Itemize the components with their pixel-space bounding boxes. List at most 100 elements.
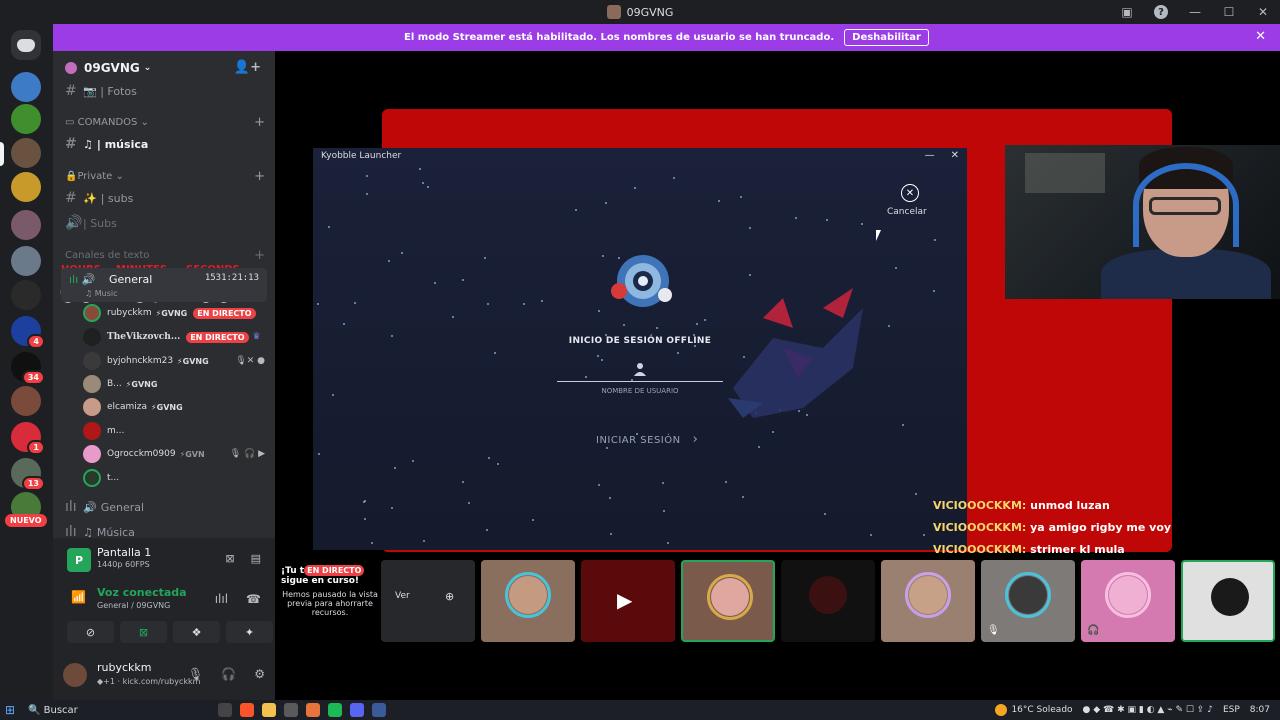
maximize-button[interactable]: ☐ <box>1212 0 1246 24</box>
login-button[interactable]: INICIAR SESIÓN › <box>596 432 698 447</box>
chat-message: VICIOOOCKKM: ya amigo rigby me voy <box>933 521 1273 543</box>
app-icon[interactable] <box>306 703 320 717</box>
taskbar-search[interactable]: 🔍 Buscar <box>28 702 188 718</box>
participant-tile[interactable] <box>881 560 975 642</box>
channel-subs-voice[interactable]: 🔊 | Subs <box>61 212 267 234</box>
streamer-mode-banner: El modo Streamer está habilitado. Los no… <box>53 24 1280 51</box>
server-icon-5[interactable] <box>11 210 41 240</box>
soundboard-button[interactable]: ✦ <box>226 621 273 643</box>
server-icon-7[interactable] <box>11 280 41 310</box>
participant-tile[interactable]: 🎧 <box>1081 560 1175 642</box>
voice-user-name: B... <box>107 379 122 389</box>
language-indicator[interactable]: ESP <box>1223 705 1240 715</box>
windows-start-icon[interactable]: ⊞ <box>0 700 20 720</box>
voice-user[interactable]: t... <box>83 467 273 489</box>
settings-gear-icon[interactable]: ⚙ <box>254 667 265 681</box>
server-icon <box>606 5 621 19</box>
activities-button[interactable]: ❖ <box>173 621 220 643</box>
close-banner-icon[interactable]: ✕ <box>1255 29 1266 44</box>
microphone-icon[interactable]: 🎙 <box>188 667 203 681</box>
chat-text: strimer kl mula <box>1030 543 1125 556</box>
inbox-icon[interactable]: ▣ <box>1110 0 1144 24</box>
share-screen-button[interactable]: ⊠ <box>120 621 167 643</box>
launcher-minimize-button[interactable]: — <box>925 150 935 161</box>
add-channel-icon[interactable]: + <box>254 115 265 130</box>
stream-settings-icon[interactable]: ▤ <box>251 552 261 565</box>
server-icon-10[interactable] <box>11 386 41 416</box>
discord-home-icon[interactable] <box>11 30 41 60</box>
voice-user[interactable]: Ogrocckm0909 ⚡GVN 🎙 🎧 ▶ <box>83 443 273 465</box>
help-icon[interactable]: ? <box>1144 0 1178 24</box>
server-icon-12[interactable]: 13 <box>11 458 45 491</box>
participant-tile[interactable]: 🎙 <box>981 560 1075 642</box>
voice-user[interactable]: m... <box>83 420 273 442</box>
star <box>371 542 373 544</box>
participant-tile-self-stream[interactable]: Ver ⊕ <box>381 560 475 642</box>
voice-user[interactable]: elcamiza ⚡GVNG <box>83 396 273 418</box>
channel-subs[interactable]: # ✨ | subs <box>61 187 267 209</box>
screen-share-icon: P <box>67 548 91 572</box>
voice-channel-general[interactable]: ılı 🔊 General 1531:21:13 ♫ Music <box>61 268 267 302</box>
avatar[interactable] <box>63 663 87 687</box>
participant-tile[interactable] <box>1181 560 1275 642</box>
voice-connected-title: Voz conectada <box>97 586 187 599</box>
category-text-channels[interactable]: Canales de texto + <box>65 248 265 263</box>
stop-stream-icon[interactable]: ⊠ <box>225 552 234 565</box>
cancel-x-icon[interactable]: ✕ <box>901 184 919 202</box>
voice-user[interactable]: rubyckkm ⚡GVNG EN DIRECTO <box>83 302 273 324</box>
app-icon[interactable] <box>284 703 298 717</box>
star <box>523 303 525 305</box>
noise-suppression-icon[interactable]: ılıl <box>215 592 228 606</box>
voice-action-row: ⊘ ⊠ ❖ ✦ <box>67 621 273 643</box>
server-icon-11[interactable]: 1 <box>11 422 45 455</box>
taskbar-search-label: Buscar <box>43 704 78 716</box>
close-window-button[interactable]: ✕ <box>1246 0 1280 24</box>
voice-user[interactable]: byjohnckkm23 ⚡GVNG 🎙✕ ● <box>83 350 273 372</box>
voice-user[interactable]: B... ⚡GVNG <box>83 373 273 395</box>
disable-streamer-button[interactable]: Deshabilitar <box>844 29 929 46</box>
star <box>332 394 334 396</box>
category-comandos[interactable]: ▭ COMANDOS ⌄ + <box>65 115 265 130</box>
add-channel-icon[interactable]: + <box>254 248 265 263</box>
voice-channel-status: ♫ Music <box>85 289 118 298</box>
clock[interactable]: 8:07 <box>1250 705 1270 715</box>
camera-off-button[interactable]: ⊘ <box>67 621 114 643</box>
participant-tile[interactable] <box>781 560 875 642</box>
username-input-underline[interactable] <box>557 381 723 382</box>
tray-icons[interactable]: ● ◆ ☎ ✱ ▣ ▮ ◐ ▲ ⌁ ✎ ☐ ⇪ ♪ <box>1083 705 1213 715</box>
server-icon-6[interactable] <box>11 246 41 276</box>
server-icon-8[interactable]: 4 <box>11 316 45 349</box>
star <box>923 534 925 536</box>
cancel-label[interactable]: Cancelar <box>887 207 927 217</box>
watch-button[interactable]: Ver <box>395 591 410 601</box>
minimize-button[interactable]: — <box>1178 0 1212 24</box>
category-private[interactable]: 🔒 Private ⌄ + <box>65 169 265 184</box>
server-icon-1[interactable] <box>11 72 41 102</box>
channel-fotos[interactable]: # 📷 | Fotos <box>61 80 267 102</box>
brave-browser-icon[interactable] <box>240 703 254 717</box>
voice-channel-general1[interactable]: ılı 🔊 General <box>61 496 267 518</box>
launcher-close-button[interactable]: ✕ <box>951 150 959 161</box>
participant-tile[interactable] <box>481 560 575 642</box>
participant-tile-speaking[interactable] <box>681 560 775 642</box>
add-channel-icon[interactable]: + <box>254 169 265 184</box>
disconnect-icon[interactable]: ☎ <box>246 592 261 606</box>
channel-musica[interactable]: # ♫ | música <box>61 133 267 155</box>
server-icon-9[interactable]: 34 <box>11 352 45 385</box>
star <box>634 187 636 189</box>
task-view-icon[interactable] <box>218 703 232 717</box>
participant-tile-camera[interactable]: ▶ <box>581 560 675 642</box>
invite-people-icon[interactable]: 👤+ <box>234 60 261 75</box>
discord-icon[interactable] <box>350 703 364 717</box>
launcher-icon[interactable] <box>372 703 386 717</box>
category-label: Canales de texto <box>65 250 150 261</box>
weather-widget[interactable]: 16°C Soleado <box>995 704 1073 716</box>
server-icon-2[interactable] <box>11 104 41 134</box>
server-icon-3[interactable] <box>11 138 41 168</box>
file-explorer-icon[interactable] <box>262 703 276 717</box>
voice-user[interactable]: TheVikzovch... EN DIRECTO ♛ <box>83 326 273 348</box>
spotify-icon[interactable] <box>328 703 342 717</box>
server-icon-4[interactable] <box>11 172 41 202</box>
headphones-icon[interactable]: 🎧 <box>221 667 236 681</box>
zoom-icon[interactable]: ⊕ <box>445 590 454 603</box>
